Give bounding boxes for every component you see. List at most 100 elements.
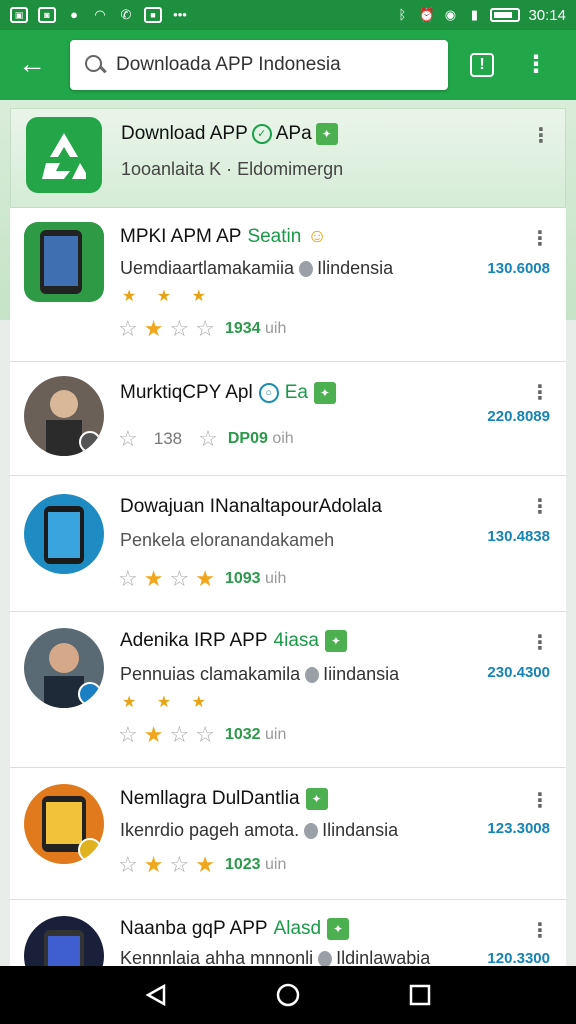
app-title: Naanba gqP APP Alasd ✦ xyxy=(120,918,350,940)
app-subtitle: Uemdiaartlamakamiia Ilindensia xyxy=(120,258,393,279)
compass-notification-icon: ● xyxy=(70,7,78,22)
app-list-item[interactable]: MurktiqCPY Apl ○ Ea ✦ 220.8089 ⋮ ☆ 138 ☆… xyxy=(10,362,566,476)
star-empty-icon: ☆ xyxy=(195,722,215,747)
app-price: 220.8089 xyxy=(487,408,550,425)
app-title-text: Nemllagra DulDantlia xyxy=(120,788,300,809)
star-empty-icon: ☆ xyxy=(118,426,138,451)
app-price: 123.3008 xyxy=(487,820,550,837)
star-empty-icon: ☆ xyxy=(169,316,190,341)
featured-title-tag: APa xyxy=(275,123,312,144)
app-thumbnail xyxy=(24,628,104,708)
app-title-text: Adenika IRP APP xyxy=(120,630,268,651)
app-title-text: MurktiqCPY Apl xyxy=(120,382,253,403)
app-list-item[interactable]: MPKI APM AP Seatin ☺ Uemdiaartlamakamiia… xyxy=(10,208,566,362)
wifi-notification-icon: ◠ xyxy=(94,7,106,22)
signal-icon: ▮ xyxy=(470,7,479,22)
rating-count-value: 1032 xyxy=(224,726,261,743)
location-icon xyxy=(299,261,314,278)
star-empty-icon: ☆ xyxy=(118,722,138,747)
verified-badge-icon: ✓ xyxy=(251,124,272,144)
featured-title: Download APP ✓ APa ✦ xyxy=(121,123,338,145)
rating-count-value: 1023 xyxy=(224,856,261,873)
overflow-menu-button[interactable]: ⋮ xyxy=(516,45,556,85)
app-title: MPKI APM AP Seatin ☺ xyxy=(120,226,327,248)
search-query: Downloada APP Indonesia xyxy=(116,54,341,75)
app-notification-icon: ■ xyxy=(144,7,162,23)
location-icon xyxy=(304,823,319,840)
star-full-icon: ★ xyxy=(143,316,164,341)
app-title: MurktiqCPY Apl ○ Ea ✦ xyxy=(120,382,336,404)
star-full-icon: ★ xyxy=(143,566,164,591)
app-subtitle: Penkela eloranandakameh xyxy=(120,530,335,550)
emoji-icon: ☺ xyxy=(307,226,327,247)
app-location: Ilindensia xyxy=(317,258,394,278)
rating-row: ☆ ★ ☆ ☆ 1934 uih xyxy=(118,316,286,342)
star-empty-icon: ☆ xyxy=(118,852,138,877)
app-thumbnail xyxy=(24,376,104,456)
wifi-icon: ◉ xyxy=(444,7,457,22)
rating-row: ☆ ★ ☆ ★ 1023 uin xyxy=(118,852,286,878)
rating-unit: uin xyxy=(264,726,287,743)
rating-count: DP09 oih xyxy=(228,430,294,448)
app-price: 130.4838 xyxy=(487,528,550,545)
info-button[interactable]: ! xyxy=(462,45,502,85)
app-menu-button[interactable]: ⋮ xyxy=(530,494,550,519)
app-title: Nemllagra DulDantlia ✦ xyxy=(120,788,328,810)
star-empty-icon: ☆ xyxy=(169,722,190,747)
nav-back-button[interactable] xyxy=(136,975,176,1015)
star-empty-icon: ☆ xyxy=(169,852,190,877)
circle-home-icon xyxy=(276,983,300,1007)
play-badge-icon: ✦ xyxy=(305,788,328,810)
app-list-item[interactable]: Dowajuan INanaltapourAdolala Penkela elo… xyxy=(10,476,566,612)
star-full-icon: ★ xyxy=(195,852,215,877)
app-thumbnail xyxy=(24,916,104,966)
play-badge-icon: ✦ xyxy=(327,918,350,940)
small-rating-stars: ★ ★ ★ xyxy=(122,288,214,305)
app-location: Ilindansia xyxy=(322,820,399,840)
app-menu-button[interactable]: ⋮ xyxy=(530,380,550,405)
rating-count: 1023 uin xyxy=(225,856,286,874)
info-icon: ! xyxy=(470,53,494,77)
nav-home-button[interactable] xyxy=(268,975,308,1015)
app-location: Ildinlawabia xyxy=(336,948,431,966)
nav-recents-button[interactable] xyxy=(400,975,440,1015)
rating-count: 1934 uih xyxy=(225,320,286,338)
play-badge-icon: ✦ xyxy=(324,630,347,652)
rating-count: 1032 uin xyxy=(225,726,286,744)
star-empty-icon: ☆ xyxy=(198,426,218,451)
bluetooth-icon: ᛒ xyxy=(398,7,407,22)
featured-app-card[interactable]: Download APP ✓ APa ✦ 1ooanlaita K · Eldo… xyxy=(10,108,566,208)
app-menu-button[interactable]: ⋮ xyxy=(530,788,550,813)
photo-notification-icon: ◙ xyxy=(38,7,56,23)
star-full-icon: ★ xyxy=(195,566,215,591)
status-bar: ▣ ◙ ● ◠ ✆ ■ ••• ᛒ ⏰ ◉ ▮ 30:14 xyxy=(0,0,576,30)
back-button[interactable]: ← xyxy=(14,47,50,83)
play-badge-icon: ✦ xyxy=(313,382,336,404)
app-list-item[interactable]: Adenika IRP APP 4iasa ✦ Pennuias clamaka… xyxy=(10,612,566,768)
rating-unit: uin xyxy=(264,856,287,873)
rating-count-value: DP09 xyxy=(227,430,268,447)
star-full-icon: ★ xyxy=(143,852,164,877)
app-list-item[interactable]: Nemllagra DulDantlia ✦ Ikenrdio pageh am… xyxy=(10,768,566,900)
app-title-tag: Alasd xyxy=(273,918,322,939)
featured-subtitle: 1ooanlaita K · Eldomimergn xyxy=(121,159,344,179)
rating-count: 1093 uih xyxy=(225,570,286,588)
search-field[interactable]: Downloada APP Indonesia xyxy=(70,40,448,90)
rating-row: ☆ 138 ☆ DP09 oih xyxy=(118,426,294,452)
app-list-item[interactable]: Naanba gqP APP Alasd ✦ Kennnlaia ahha mn… xyxy=(10,900,566,966)
small-rating-stars: ★ ★ ★ xyxy=(122,694,214,711)
rating-count-value: 1934 xyxy=(224,320,261,337)
app-menu-button[interactable]: ⋮ xyxy=(530,630,550,655)
app-subtitle-text: Uemdiaartlamakamiia xyxy=(120,258,295,278)
featured-menu-button[interactable]: ⋮ xyxy=(531,123,551,148)
app-menu-button[interactable]: ⋮ xyxy=(530,226,550,251)
play-badge-icon: ✦ xyxy=(315,123,338,145)
app-title: Adenika IRP APP 4iasa ✦ xyxy=(120,630,347,652)
app-price: 120.3300 xyxy=(487,950,550,966)
gallery-notification-icon: ▣ xyxy=(10,7,28,23)
chat-badge-icon: ○ xyxy=(258,383,279,403)
app-thumbnail xyxy=(24,494,104,574)
app-menu-button[interactable]: ⋮ xyxy=(530,918,550,943)
system-nav-bar xyxy=(0,966,576,1024)
triangle-back-icon xyxy=(145,983,166,1007)
